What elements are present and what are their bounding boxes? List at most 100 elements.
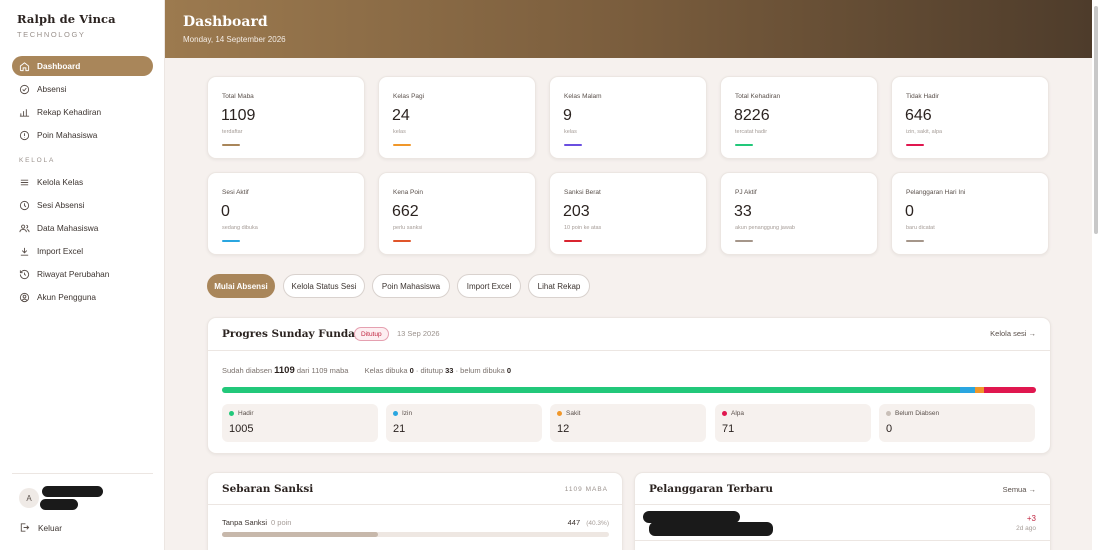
sidebar-item-riwayat-perubahan[interactable]: Riwayat Perubahan: [12, 264, 153, 284]
stat-label: Kelas Malam: [564, 93, 602, 100]
brand-name: Ralph de Vinca: [17, 12, 116, 26]
pelanggaran-terbaru-card: Pelanggaran Terbaru Semua → +3 2d ago: [634, 472, 1051, 550]
dashboard-banner: Dashboard Monday, 14 September 2026: [165, 0, 1092, 58]
sanksi-count: 447: [567, 518, 581, 527]
sanksi-fill: [222, 532, 378, 537]
lihat-rekap-button[interactable]: Lihat Rekap: [528, 274, 590, 298]
stat-label: Pelanggaran Hari Ini: [906, 189, 966, 196]
stat-card-kelas-pagi: Kelas Pagi 24 kelas: [378, 76, 536, 159]
sanksi-count-wrap: 447 (40.3%): [568, 518, 609, 527]
status-dot: [886, 411, 891, 416]
attended-prefix: Sudah diabsen: [222, 366, 273, 375]
redacted-violation-detail: [649, 522, 773, 536]
sidebar-item-poin-mahasiswa[interactable]: Poin Mahasiswa: [12, 125, 153, 145]
attended-count: 1109: [274, 365, 295, 376]
status-box-sakit: Sakit 12: [550, 404, 706, 442]
mulai-absensi-button[interactable]: Mulai Absensi: [207, 274, 275, 298]
stat-value: 203: [563, 203, 590, 220]
status-label-wrap: Sakit: [557, 410, 580, 417]
stat-label: Kena Poin: [393, 189, 423, 196]
users-icon: [19, 224, 30, 232]
sebaran-sanksi-card: Sebaran Sanksi 1109 MABA Tanpa Sanksi 0 p…: [207, 472, 623, 550]
logout-label: Keluar: [38, 522, 62, 533]
sidebar-item-absensi[interactable]: Absensi: [12, 79, 153, 99]
stat-accent-bar: [222, 240, 240, 242]
stat-sub: sedang dibuka: [222, 225, 258, 231]
sanksi-title: Sebaran Sanksi: [222, 483, 314, 495]
sanksi-label: Tanpa Sanksi: [222, 518, 268, 527]
sanksi-meta: 1109 MABA: [564, 486, 608, 493]
sidebar-item-label: Dashboard: [37, 61, 81, 71]
stat-value: 646: [905, 107, 932, 124]
logout-icon: [20, 523, 30, 532]
stat-accent-bar: [393, 144, 411, 146]
download-icon: [20, 247, 29, 256]
stat-sub: akun penanggung jawab: [735, 225, 795, 231]
sidebar-item-label: Poin Mahasiswa: [37, 130, 98, 140]
stat-sub: kelas: [393, 129, 406, 135]
logout-button[interactable]: Keluar: [19, 522, 62, 533]
stat-label: PJ Aktif: [735, 189, 757, 196]
sidebar-item-sesi-absensi[interactable]: Sesi Absensi: [12, 195, 153, 215]
poin-mahasiswa-button[interactable]: Poin Mahasiswa: [372, 274, 450, 298]
semua-link[interactable]: Semua →: [1003, 485, 1036, 494]
stat-label: Sanksi Berat: [564, 189, 601, 196]
progress-segment-hadir: [222, 387, 960, 393]
progress-segment-izin: [959, 387, 976, 393]
status-label-wrap: Hadir: [229, 410, 254, 417]
status-value: 12: [557, 423, 570, 435]
stat-card-total-kehadiran: Total Kehadiran 8226 tercatat hadir: [720, 76, 878, 159]
check-circle-icon: [19, 84, 30, 94]
status-label: Belum Diabsen: [895, 410, 940, 417]
stat-accent-bar: [393, 240, 411, 242]
scrollbar-thumb[interactable]: [1094, 6, 1098, 234]
import-excel-button[interactable]: Import Excel: [457, 274, 521, 298]
stat-card-kelas-malam: Kelas Malam 9 kelas: [549, 76, 707, 159]
divider: [635, 540, 1050, 541]
page-scrollbar[interactable]: [1092, 0, 1100, 550]
clock-icon: [19, 200, 30, 210]
sidebar-item-import-excel[interactable]: Import Excel: [12, 241, 153, 261]
stat-sub: baru dicatat: [906, 225, 935, 231]
status-dot: [393, 411, 398, 416]
kelas-unopened-label: · belum dibuka: [455, 366, 505, 375]
sidebar: Ralph de Vinca TECHNOLOGY Dashboard Abse…: [0, 0, 165, 550]
status-label-wrap: Belum Diabsen: [886, 410, 939, 417]
stat-value: 1109: [221, 107, 256, 124]
stat-accent-bar: [735, 240, 753, 242]
progress-segment-sakit: [975, 387, 984, 393]
stat-label: Total Kehadiran: [735, 93, 781, 100]
kelas-unopened-count: 0: [506, 366, 512, 375]
kelas-open-count: 0: [409, 366, 414, 375]
sanksi-points: 0 poin: [271, 518, 292, 527]
status-value: 1005: [229, 423, 254, 435]
sidebar-item-rekap-kehadiran[interactable]: Rekap Kehadiran: [12, 102, 153, 122]
stat-label: Kelas Pagi: [393, 93, 425, 100]
status-label: Alpa: [731, 410, 745, 417]
stat-card-tidak-hadir: Tidak Hadir 646 izin, sakit, alpa: [891, 76, 1049, 159]
alert-circle-icon: [19, 130, 30, 140]
stat-card-kena-poin: Kena Poin 662 perlu sanksi: [378, 172, 536, 255]
sidebar-item-data-mahasiswa[interactable]: Data Mahasiswa: [12, 218, 153, 238]
sanksi-row: Tanpa Sanksi 0 poin 447 (40.3%): [222, 518, 609, 527]
kelola-sesi-link[interactable]: Kelola sesi →: [990, 329, 1036, 338]
user-circle-icon: [19, 292, 30, 302]
stat-accent-bar: [564, 240, 582, 242]
attendance-progress-bar: [222, 387, 1036, 393]
bar-chart-icon: [19, 108, 30, 117]
status-value: 21: [393, 423, 406, 435]
sidebar-item-akun-pengguna[interactable]: Akun Pengguna: [12, 287, 153, 307]
status-dot: [557, 411, 562, 416]
stat-card-sesi-aktif: Sesi Aktif 0 sedang dibuka: [207, 172, 365, 255]
sidebar-item-kelola-kelas[interactable]: Kelola Kelas: [12, 172, 153, 192]
divider: [635, 504, 1050, 505]
stat-value: 24: [392, 107, 410, 124]
stat-accent-bar: [906, 144, 924, 146]
avatar[interactable]: A: [19, 488, 39, 508]
sanksi-track: [222, 532, 609, 537]
stat-value: 9: [563, 107, 572, 124]
progress-card: Progres Sunday Funday Ditutup 13 Sep 202…: [207, 317, 1051, 454]
kelola-status-sesi-button[interactable]: Kelola Status Sesi: [283, 274, 365, 298]
sidebar-item-dashboard[interactable]: Dashboard: [12, 56, 153, 76]
stat-sub: perlu sanksi: [393, 225, 423, 231]
